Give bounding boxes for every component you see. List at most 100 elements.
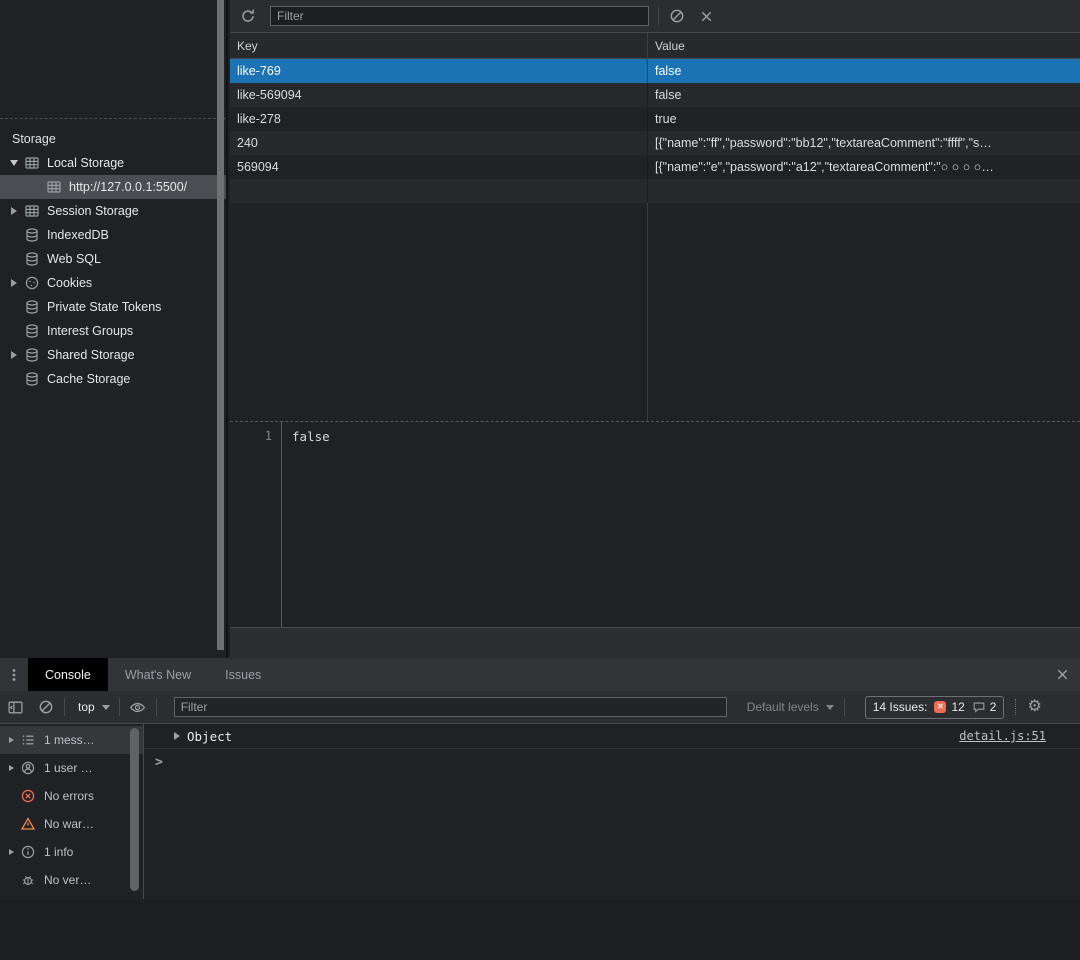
tab-whats-new[interactable]: What's New [108,658,208,691]
warning-icon [20,816,36,832]
devtools-window: Storage Local Storage http://127.0.0.1:5… [0,0,1080,960]
table-row[interactable]: 569094 [{"name":"e","password":"a12","te… [230,155,1080,179]
sidebar-item-label: 1 mess… [44,733,95,747]
clear-console-button[interactable] [37,698,55,716]
expand-arrow-placeholder [6,371,22,387]
tree-item-label: Web SQL [47,252,101,266]
delete-selected-button[interactable] [668,7,686,25]
line-number-gutter: 1 [230,422,282,627]
column-header-value[interactable]: Value [648,33,1080,58]
expand-arrow-icon[interactable] [6,155,22,171]
sidebar-item-session-storage[interactable]: Session Storage [0,199,226,223]
console-body: 1 mess… 1 user … No errors No war… [0,724,1080,899]
sidebar-item-private-state-tokens[interactable]: Private State Tokens [0,295,226,319]
sidebar-item-local-storage[interactable]: Local Storage [0,151,226,175]
refresh-button[interactable] [239,7,257,25]
key-cell: 240 [230,131,648,155]
table-icon [24,203,40,219]
clear-all-button[interactable] [697,7,715,25]
console-sidebar-item-info[interactable]: 1 info [0,838,143,866]
value-cell: false [648,59,1080,83]
close-icon [699,9,714,24]
database-icon [24,251,40,267]
issues-counter-button[interactable]: 14 Issues: ✕ 12 2 [865,696,1005,719]
console-sidebar-item-errors[interactable]: No errors [0,782,143,810]
key-cell: like-569094 [230,83,648,107]
sidebar-item-indexeddb[interactable]: IndexedDB [0,223,226,247]
source-location-link[interactable]: detail.js:51 [959,729,1046,743]
sidebar-item-label: No ver… [44,873,91,887]
console-prompt[interactable]: > [144,749,1080,770]
console-sidebar-item-user-messages[interactable]: 1 user … [0,754,143,782]
table-icon [24,155,40,171]
expand-arrow-icon[interactable] [6,275,22,291]
eye-icon [129,699,146,716]
application-panel: Storage Local Storage http://127.0.0.1:5… [0,0,1080,658]
console-message-row[interactable]: Object detail.js:51 [144,724,1080,749]
more-tabs-menu-button[interactable] [6,658,22,691]
bug-icon [20,872,36,888]
expand-arrow-icon[interactable] [4,732,18,748]
sidebar-item-localstorage-origin[interactable]: http://127.0.0.1:5500/ [0,175,226,199]
chevron-down-icon [102,705,110,710]
console-sidebar-item-warnings[interactable]: No war… [0,810,143,838]
log-levels-dropdown[interactable]: Default levels [747,700,834,714]
console-settings-button[interactable]: ⚙ [1027,699,1041,715]
table-row[interactable]: 240 [{"name":"ff","password":"bb12","tex… [230,131,1080,155]
console-object-text[interactable]: Object [187,729,232,744]
storage-toolbar [230,0,1080,33]
drawer-tab-bar: Console What's New Issues [0,658,1080,691]
toolbar-divider [156,698,157,716]
tab-issues[interactable]: Issues [208,658,278,691]
issues-label: 14 Issues: [873,700,928,714]
empty-filler-row[interactable] [230,179,1080,203]
sidebar-item-label: No war… [44,817,94,831]
tab-console[interactable]: Console [28,658,108,691]
toolbar-divider [844,698,845,716]
sidebar-item-shared-storage[interactable]: Shared Storage [0,343,226,367]
info-icon [20,844,36,860]
tree-item-label: Cache Storage [47,372,130,386]
live-expression-button[interactable] [129,698,147,716]
expand-arrow-icon[interactable] [6,347,22,363]
context-label: top [78,700,95,714]
issues-warning-count: 2 [990,700,997,714]
expand-arrow-placeholder [28,179,44,195]
console-drawer: Console What's New Issues top [0,658,1080,900]
console-filter-input[interactable] [174,697,727,717]
storage-filter-input[interactable] [270,6,649,26]
sidebar-item-label: No errors [44,789,94,803]
table-row[interactable]: like-569094 false [230,83,1080,107]
sidebar-panel-icon [7,699,24,716]
user-icon [20,760,36,776]
console-toolbar: top Default levels 14 Issues: ✕ 12 2 [0,691,1080,724]
database-icon [24,299,40,315]
sidebar-item-interest-groups[interactable]: Interest Groups [0,319,226,343]
sidebar-scrollbar[interactable] [217,0,224,650]
tree-item-label: IndexedDB [47,228,109,242]
console-sidebar-scrollbar[interactable] [130,728,139,891]
sidebar-item-cookies[interactable]: Cookies [0,271,226,295]
sidebar-item-cache-storage[interactable]: Cache Storage [0,367,226,391]
table-row[interactable]: like-769 false [230,59,1080,83]
execution-context-selector[interactable]: top [74,700,110,714]
console-sidebar-toggle-button[interactable] [6,698,24,716]
sidebar-item-web-sql[interactable]: Web SQL [0,247,226,271]
close-drawer-button[interactable] [1055,658,1070,691]
message-bubble-icon [972,700,986,714]
table-row[interactable]: like-278 true [230,107,1080,131]
column-header-key[interactable]: Key [230,33,648,58]
page-error-icon: ✕ [934,701,946,713]
table-icon [46,179,62,195]
key-cell [230,179,648,203]
cookie-icon [24,275,40,291]
console-sidebar-item-verbose[interactable]: No ver… [0,866,143,894]
console-sidebar-item-messages[interactable]: 1 mess… [0,726,143,754]
key-cell: 569094 [230,155,648,179]
expand-arrow-icon[interactable] [4,760,18,776]
expand-object-arrow-icon[interactable] [174,732,180,740]
expand-arrow-icon[interactable] [6,203,22,219]
expand-arrow-icon[interactable] [4,844,18,860]
close-icon [1055,667,1070,682]
value-cell: [{"name":"ff","password":"bb12","textare… [648,131,1080,155]
